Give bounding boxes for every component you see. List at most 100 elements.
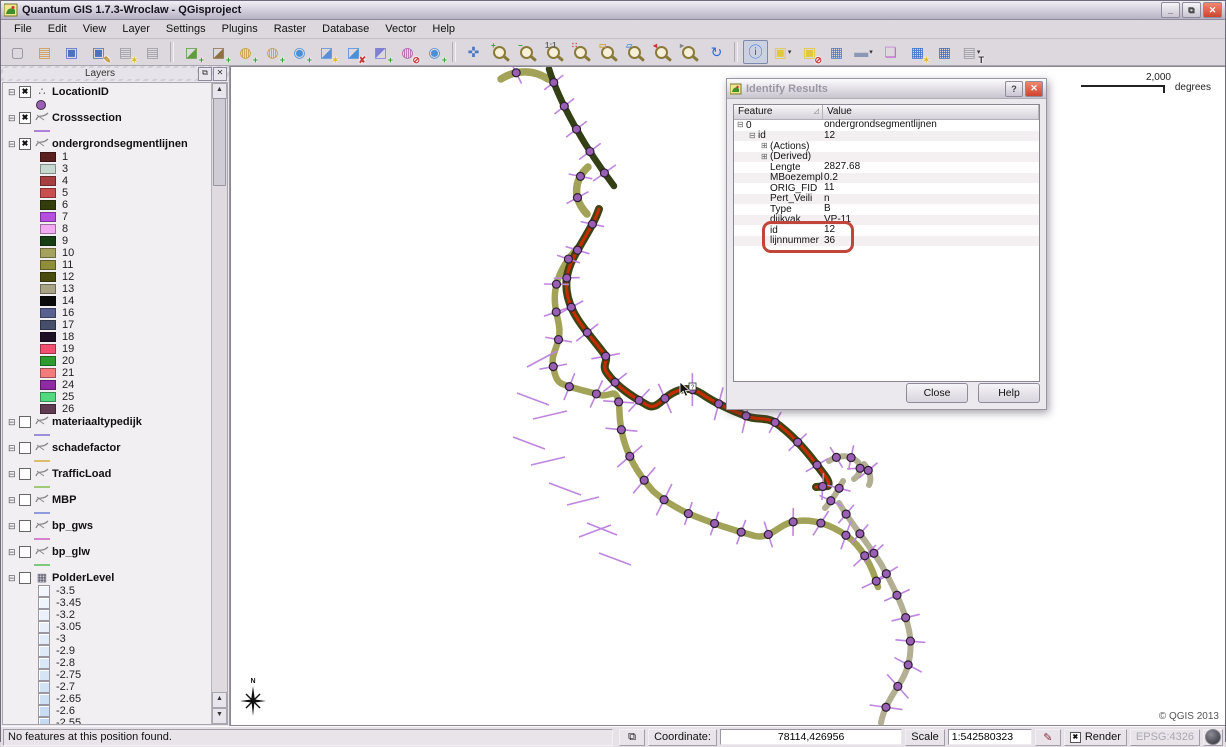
layer-tree-row[interactable]: 14 <box>3 295 211 307</box>
add-wfs-layer-button[interactable]: ◉ + <box>287 40 312 64</box>
select-features-button[interactable]: ▣ ▾ <box>770 40 795 64</box>
layer-tree-row[interactable]: -3.45 <box>3 597 211 609</box>
value-column-header[interactable]: Value <box>823 105 1039 119</box>
map-tips-button[interactable]: ❏ <box>878 40 903 64</box>
scale-input[interactable] <box>948 729 1032 745</box>
expander-icon[interactable]: ⊟ <box>8 88 17 97</box>
help-button[interactable]: Help <box>978 383 1040 403</box>
add-vector-layer-button[interactable]: ◪ + <box>179 40 204 64</box>
layer-tree-row[interactable]: ⊟ materiaaltypedijk <box>3 415 211 429</box>
identify-row[interactable]: ORIG_FID 11 <box>734 183 1039 194</box>
layer-tree-row[interactable] <box>3 533 211 545</box>
identify-row[interactable]: id 12 <box>734 225 1039 236</box>
row-expander-icon[interactable]: ⊞ <box>761 153 770 161</box>
layer-tree-row[interactable]: 7 <box>3 211 211 223</box>
add-gpx-layer-button[interactable]: ◩ + <box>368 40 393 64</box>
zoom-full-button[interactable]: ▭ <box>596 40 621 64</box>
close-button[interactable]: Close <box>906 383 968 403</box>
zoom-out-button[interactable]: − <box>515 40 540 64</box>
menu-item[interactable]: File <box>6 22 40 37</box>
layer-tree-row[interactable]: -2.7 <box>3 681 211 693</box>
layer-tree-row[interactable]: 17 <box>3 319 211 331</box>
row-expander-icon[interactable]: ⊟ <box>749 132 758 140</box>
layer-tree-row[interactable]: 8 <box>3 223 211 235</box>
layer-tree-row[interactable]: 10 <box>3 247 211 259</box>
panel-float-icon[interactable]: ⧉ <box>198 67 212 81</box>
menu-item[interactable]: Plugins <box>214 22 266 37</box>
layer-tree-row[interactable]: -2.75 <box>3 669 211 681</box>
layer-tree-row[interactable]: 18 <box>3 331 211 343</box>
layer-tree-row[interactable]: 13 <box>3 283 211 295</box>
identify-row[interactable]: Lengte 2827.68 <box>734 162 1039 173</box>
table-header[interactable]: Feature ◿ Value <box>734 105 1039 120</box>
save-project-as-button[interactable]: ▣ ✎ <box>86 40 111 64</box>
save-project-button[interactable]: ▣ <box>59 40 84 64</box>
layer-tree-row[interactable]: 6 <box>3 199 211 211</box>
pan-map-button[interactable]: ✜ <box>461 40 486 64</box>
expander-icon[interactable]: ⊟ <box>8 470 17 479</box>
layer-checkbox[interactable] <box>19 494 31 506</box>
add-db-layer-button[interactable]: ◍ ⊘ <box>395 40 420 64</box>
expander-icon[interactable]: ⊟ <box>8 114 17 123</box>
layer-tree-row[interactable]: 19 <box>3 343 211 355</box>
layer-tree-row[interactable]: ⊟ bp_gws <box>3 519 211 533</box>
extents-toggle-icon[interactable]: ⧉ <box>619 729 645 746</box>
expander-icon[interactable]: ⊟ <box>8 444 17 453</box>
layer-tree-row[interactable]: ⊟ TrafficLoad <box>3 467 211 481</box>
map-canvas[interactable]: N ? 2,000 degrees © QGIS 2013 Identif <box>230 66 1225 726</box>
render-toggle[interactable]: ✖ Render <box>1064 729 1127 746</box>
menu-item[interactable]: View <box>75 22 115 37</box>
scroll-up-icon[interactable]: ▲ <box>212 692 227 708</box>
layer-checkbox[interactable]: ✖ <box>19 138 31 150</box>
menu-item[interactable]: Vector <box>377 22 424 37</box>
scroll-up-icon[interactable]: ▲ <box>212 83 227 99</box>
dialog-titlebar[interactable]: Identify Results ? ✕ <box>727 79 1046 99</box>
new-bookmark-button[interactable]: ▦ ✶ <box>905 40 930 64</box>
row-expander-icon[interactable]: ⊞ <box>761 142 770 150</box>
layer-tree-row[interactable]: ⊟ ✖ ∴ LocationID <box>3 85 211 99</box>
crs-status[interactable]: EPSG:4326 <box>1130 729 1200 746</box>
coordinate-input[interactable] <box>720 729 902 745</box>
layer-tree-row[interactable]: -3.5 <box>3 585 211 597</box>
layer-tree-row[interactable] <box>3 99 211 111</box>
menu-item[interactable]: Layer <box>114 22 158 37</box>
identify-row[interactable]: ⊞ (Actions) <box>734 141 1039 152</box>
layer-checkbox[interactable] <box>19 520 31 532</box>
layer-tree-row[interactable]: -3.05 <box>3 621 211 633</box>
layer-tree-row[interactable]: -2.8 <box>3 657 211 669</box>
layer-tree-row[interactable]: 24 <box>3 379 211 391</box>
layer-tree-row[interactable]: -2.9 <box>3 645 211 657</box>
new-shapefile-button[interactable]: ◪ ✶ <box>314 40 339 64</box>
print-button[interactable]: ▤ <box>140 40 165 64</box>
layer-checkbox[interactable] <box>19 468 31 480</box>
layer-checkbox[interactable]: ✖ <box>19 112 31 124</box>
layers-scrollbar[interactable]: ▲ ▲ ▼ <box>211 83 227 724</box>
deselect-features-button[interactable]: ▣ ⊘ <box>797 40 822 64</box>
feature-column-header[interactable]: Feature ◿ <box>734 105 823 119</box>
zoom-last-button[interactable]: ◂ <box>650 40 675 64</box>
layer-tree-row[interactable] <box>3 559 211 571</box>
scroll-down-icon[interactable]: ▼ <box>212 708 227 724</box>
layer-tree-row[interactable]: 12 <box>3 271 211 283</box>
layer-tree-row[interactable]: ⊟ ✖ Crosssection <box>3 111 211 125</box>
expander-icon[interactable]: ⊟ <box>8 140 17 149</box>
layer-tree-row[interactable]: -2.65 <box>3 693 211 705</box>
layer-checkbox[interactable] <box>19 416 31 428</box>
layer-tree-row[interactable]: 1 <box>3 151 211 163</box>
zoom-to-layer-button[interactable]: ▱ <box>623 40 648 64</box>
layer-tree-row[interactable]: 21 <box>3 367 211 379</box>
layer-tree-row[interactable]: 4 <box>3 175 211 187</box>
layer-checkbox[interactable] <box>19 546 31 558</box>
layer-tree-row[interactable]: 3 <box>3 163 211 175</box>
dropdown-arrow-icon[interactable]: ▾ <box>788 48 792 56</box>
layer-tree-row[interactable] <box>3 481 211 493</box>
layer-checkbox[interactable] <box>19 572 31 584</box>
render-checkbox[interactable]: ✖ <box>1070 732 1081 743</box>
layers-panel-titlebar[interactable]: Layers ⧉ ✕ <box>1 66 229 81</box>
layer-tree-row[interactable]: ⊟ schadefactor <box>3 441 211 455</box>
zoom-actual-button[interactable]: 1:1 <box>542 40 567 64</box>
scrollbar-thumb[interactable] <box>213 98 226 186</box>
layer-tree-row[interactable] <box>3 429 211 441</box>
panel-close-icon[interactable]: ✕ <box>213 67 227 81</box>
open-project-button[interactable]: ▤ <box>32 40 57 64</box>
